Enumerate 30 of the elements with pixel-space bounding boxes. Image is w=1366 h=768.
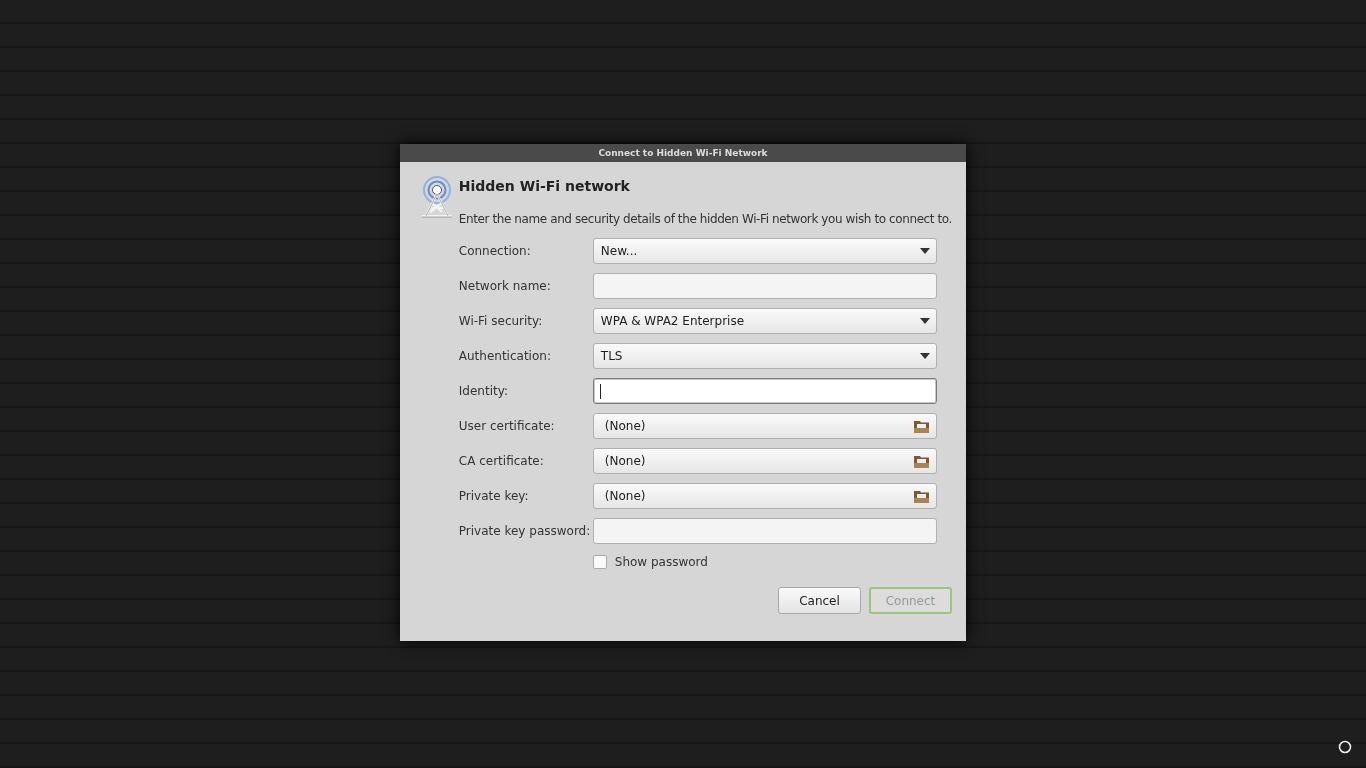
circle-icon[interactable] <box>1338 740 1352 754</box>
field-label: Private key: <box>458 489 530 503</box>
field-label: Network name: <box>458 279 552 293</box>
field-label: Connection: <box>458 244 532 258</box>
input-field[interactable] <box>592 273 937 299</box>
caret-icon <box>919 248 930 254</box>
dropdown[interactable]: New... <box>592 238 937 264</box>
dropdown[interactable]: WPA & WPA2 Enterprise <box>592 308 937 334</box>
window-title: Connect to Hidden Wi-Fi Network <box>400 144 966 162</box>
folder-icon <box>913 454 929 468</box>
folder-icon <box>913 419 929 433</box>
field-label: Identity: <box>458 384 509 398</box>
caret-icon <box>919 353 930 359</box>
field-label: User certificate: <box>458 419 556 433</box>
field-label: Authentication: <box>458 349 552 363</box>
dropdown[interactable]: TLS <box>592 343 937 369</box>
input-field[interactable] <box>592 378 937 404</box>
field-label: CA certificate: <box>458 454 545 468</box>
description-text: Enter the name and security details of the hidden Wi-Fi network you wish to connect to. <box>458 212 952 226</box>
show-password-checkbox[interactable]: Show password <box>592 553 937 571</box>
folder-icon <box>913 489 929 503</box>
dialog-heading: Hidden Wi-Fi network <box>458 178 631 194</box>
file-chooser-button[interactable]: (None) <box>592 413 937 439</box>
file-chooser-button[interactable]: (None) <box>592 483 937 509</box>
field-label: Wi-Fi security: <box>458 314 544 328</box>
input-field[interactable] <box>592 518 937 544</box>
file-chooser-button[interactable]: (None) <box>592 448 937 474</box>
cancel-button[interactable]: Cancel <box>778 587 861 614</box>
caret-icon <box>919 318 930 324</box>
field-label: Private key password: <box>458 524 592 538</box>
